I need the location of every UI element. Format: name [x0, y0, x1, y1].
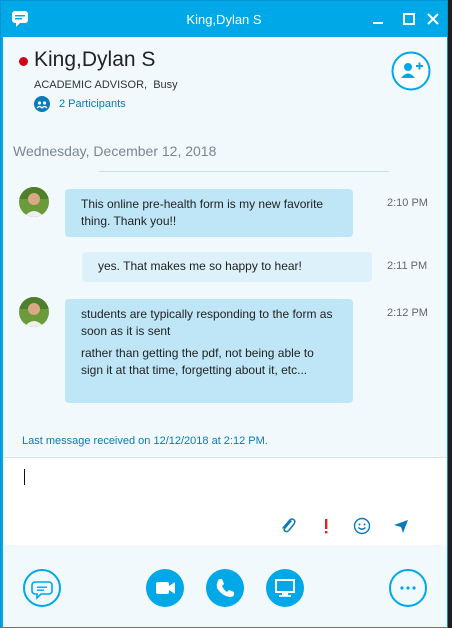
call-toolbar	[3, 545, 447, 627]
last-message-notice: Last message received on 12/12/2018 at 2…	[22, 435, 268, 447]
chat-icon	[31, 581, 53, 600]
paperclip-icon[interactable]	[278, 516, 298, 536]
participants-label: 2 Participants	[59, 98, 126, 110]
message-text: students are typically responding to the…	[81, 307, 333, 338]
message-time: 2:11 PM	[387, 260, 428, 272]
contact-title: ACADEMIC ADVISOR	[34, 79, 145, 91]
date-divider	[99, 171, 389, 172]
conversation-date: Wednesday, December 12, 2018	[13, 143, 217, 159]
message-bubble[interactable]: students are typically responding to the…	[65, 299, 353, 403]
participants-link[interactable]: 2 Participants	[34, 95, 126, 113]
participants-icon	[34, 96, 50, 112]
skype-conversation-window: King,Dylan S King,Dylan S ACADEMIC ADVIS…	[0, 0, 448, 628]
avatar[interactable]	[19, 187, 49, 217]
contact-name[interactable]: King,Dylan S	[34, 48, 155, 72]
chat-button[interactable]	[23, 569, 61, 607]
title-bar: King,Dylan S	[1, 1, 447, 37]
message-bubble[interactable]: yes. That makes me so happy to hear!	[82, 252, 372, 282]
important-icon[interactable]	[316, 516, 336, 536]
minimize-icon[interactable]	[367, 7, 391, 31]
phone-icon	[216, 579, 234, 597]
contact-title-status: ACADEMIC ADVISOR, Busy	[34, 79, 178, 91]
message-time: 2:12 PM	[387, 307, 428, 319]
avatar[interactable]	[19, 297, 49, 327]
audio-call-button[interactable]	[206, 569, 244, 607]
share-screen-button[interactable]	[266, 569, 304, 607]
message-text: yes. That makes me so happy to hear!	[98, 259, 302, 273]
more-icon	[400, 586, 416, 590]
contact-status: Busy	[153, 79, 178, 91]
screen-share-icon	[275, 579, 295, 597]
add-person-icon[interactable]	[391, 51, 431, 91]
message-text: This online pre-health form is my new fa…	[81, 197, 324, 228]
video-call-button[interactable]	[146, 569, 184, 607]
send-icon[interactable]	[391, 516, 411, 536]
maximize-icon[interactable]	[397, 7, 421, 31]
emoji-icon[interactable]	[352, 516, 372, 536]
contact-header: King,Dylan S ACADEMIC ADVISOR, Busy 2 Pa…	[3, 37, 447, 123]
text-caret	[24, 469, 25, 485]
message-bubble[interactable]: This online pre-health form is my new fa…	[65, 189, 353, 237]
conversation-pane: King,Dylan S ACADEMIC ADVISOR, Busy 2 Pa…	[3, 37, 447, 545]
video-icon	[156, 582, 175, 594]
message-text: rather than getting the pdf, not being a…	[81, 346, 314, 377]
presence-status-dot	[19, 57, 28, 66]
message-time: 2:10 PM	[387, 197, 428, 209]
more-options-button[interactable]	[389, 569, 427, 607]
message-input[interactable]	[3, 457, 447, 545]
close-icon[interactable]	[421, 7, 445, 31]
